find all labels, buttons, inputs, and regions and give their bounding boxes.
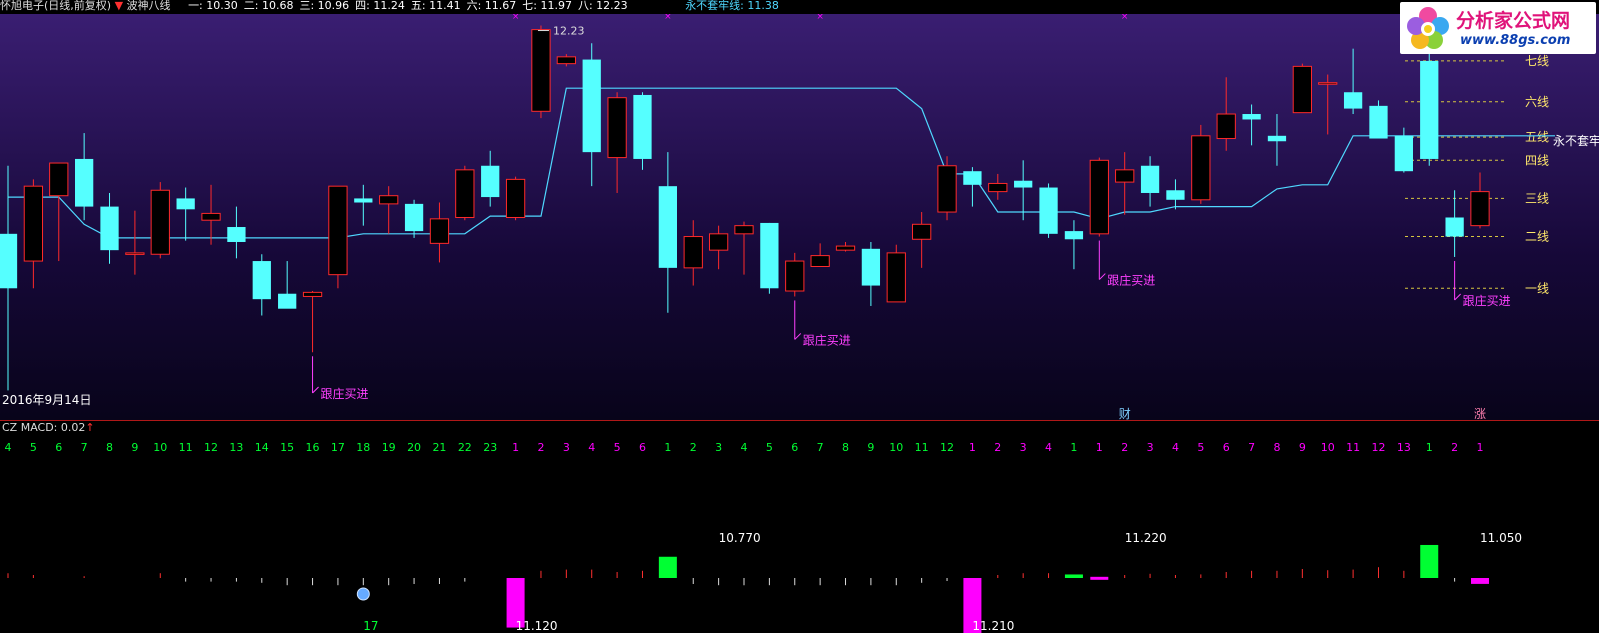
level-readout-7: 七: 11.97 [522,0,572,12]
level-readout-6: 六: 11.67 [466,0,517,12]
stock-title[interactable]: 怀旭电子(日线,前复权) [0,0,111,12]
level-readout-5: 五: 11.41 [410,0,461,12]
macd-title-text: CZ MACD: 0.02 [2,421,86,434]
indicator-name[interactable]: 波神八线 [127,0,171,12]
price-chart-panel[interactable] [0,14,1599,420]
level-readout-1: 一: 10.30 [188,0,238,12]
level-readout-4: 四: 11.24 [355,0,405,12]
trap-line-readout: 永不套牢线: 11.38 [685,0,779,12]
level-readout-8: 八: 12.23 [577,0,628,12]
logo-url: www.88gs.com [1460,33,1571,48]
level-readout-2: 二: 10.68 [243,0,294,12]
logo-title: 分析家公式网 [1456,10,1571,32]
header-bar: 怀旭电子(日线,前复权) ▼ 波神八线 一: 10.30 二: 10.68 三: 1… [0,0,1599,14]
site-logo: 分析家公式网 www.88gs.com [1400,2,1596,54]
level-readout-3: 三: 10.96 [299,0,350,12]
up-arrow-icon: ↑ [85,421,95,434]
macd-title: CZ MACD: 0.02↑ [2,421,95,434]
macd-panel[interactable] [0,421,1599,633]
dropdown-arrow-icon[interactable]: ▼ [115,0,123,12]
level-readouts: 一: 10.30 二: 10.68 三: 10.96 四: 11.24 五: 11.41… [188,0,634,12]
flower-icon [1407,7,1449,49]
